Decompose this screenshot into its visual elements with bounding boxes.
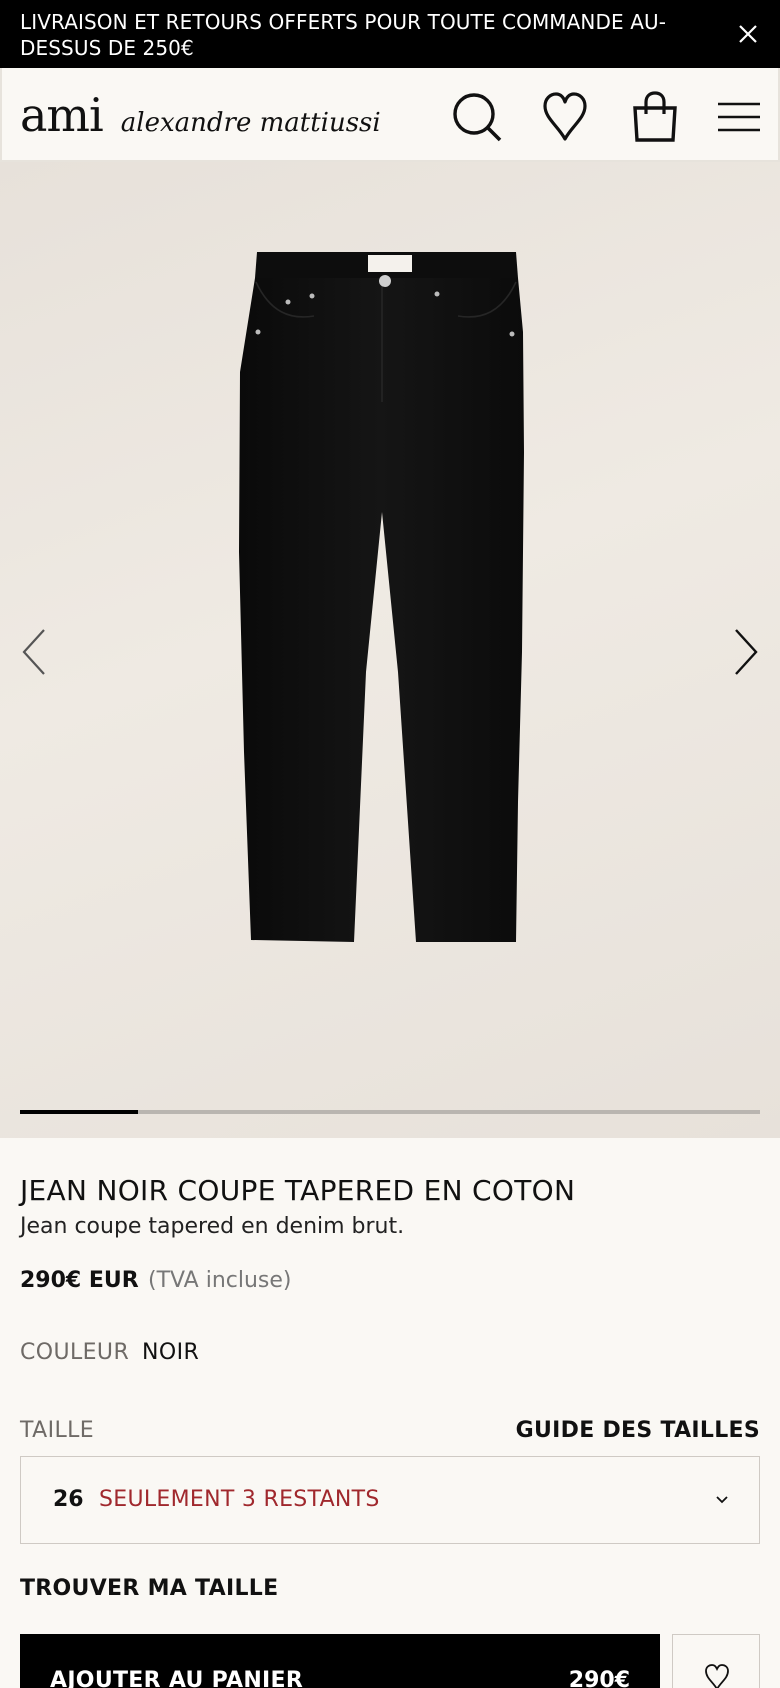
add-to-wishlist-button[interactable] (672, 1634, 760, 1688)
product-image (239, 252, 524, 942)
product-subtitle: Jean coupe tapered en denim brut. (20, 1214, 405, 1239)
add-to-cart-label: AJOUTER AU PANIER (50, 1668, 304, 1688)
add-to-cart-button[interactable]: AJOUTER AU PANIER 290€ (20, 1634, 660, 1688)
promo-text: LIVRAISON ET RETOURS OFFERTS POUR TOUTE … (20, 10, 667, 60)
stock-warning: SEULEMENT 3 RESTANTS (99, 1487, 380, 1512)
brand-name: ami (20, 88, 104, 142)
promo-banner: LIVRAISON ET RETOURS OFFERTS POUR TOUTE … (0, 0, 780, 68)
size-guide-link[interactable]: GUIDE DES TAILLES (516, 1418, 760, 1443)
product-price: 290€ EUR (20, 1268, 139, 1293)
hamburger-menu-icon[interactable] (714, 90, 764, 144)
size-label: TAILLE (20, 1418, 95, 1443)
search-icon[interactable] (450, 90, 504, 144)
close-icon[interactable] (734, 20, 762, 48)
brand-logo[interactable]: ami alexandre mattiussi (20, 90, 381, 140)
color-label: COULEUR (20, 1340, 130, 1365)
product-title: JEAN NOIR COUPE TAPERED EN COTON (20, 1174, 576, 1207)
heart-icon[interactable] (538, 90, 592, 144)
vat-note: (TVA incluse) (148, 1268, 292, 1293)
gallery-progress-fill (20, 1110, 139, 1114)
chevron-left-icon[interactable] (14, 622, 54, 682)
brand-subtitle: alexandre mattiussi (120, 108, 381, 138)
gallery-progress-bar (20, 1110, 760, 1114)
add-to-cart-price: 290€ (568, 1668, 630, 1688)
chevron-down-icon (716, 1496, 728, 1504)
selected-size: 26 (53, 1487, 84, 1512)
find-my-size-link[interactable]: TROUVER MA TAILLE (20, 1576, 278, 1601)
site-header: ami alexandre mattiussi (0, 68, 780, 162)
product-gallery[interactable] (0, 162, 780, 1138)
chevron-right-icon[interactable] (726, 622, 766, 682)
size-select[interactable]: 26 SEULEMENT 3 RESTANTS (20, 1456, 760, 1544)
color-value: NOIR (142, 1340, 200, 1365)
shopping-bag-icon[interactable] (628, 90, 682, 144)
heart-icon (705, 1664, 729, 1688)
